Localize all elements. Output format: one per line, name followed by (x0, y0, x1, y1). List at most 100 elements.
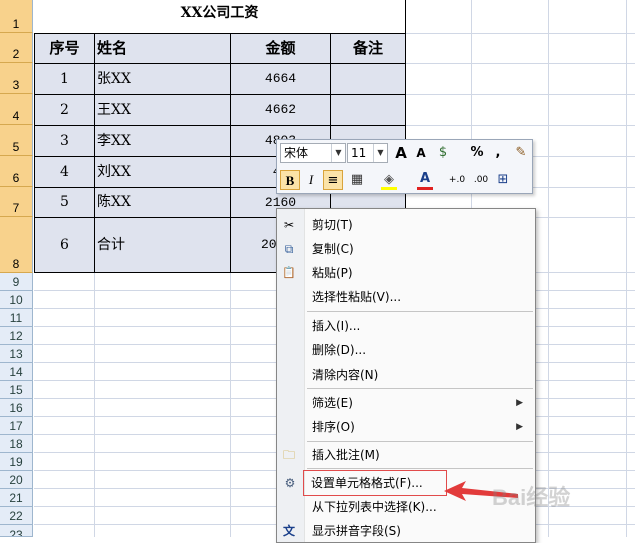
chevron-down-icon[interactable]: ▼ (331, 144, 345, 162)
row-header-20[interactable]: 20 (0, 471, 33, 489)
merge-center-icon[interactable]: ⊞ (493, 170, 513, 190)
grow-font-icon[interactable]: A (391, 143, 411, 163)
center-align-button[interactable]: ≡ (323, 170, 343, 190)
menu-item-delete[interactable]: 删除(D)... (305, 338, 531, 362)
menu-item-cut[interactable]: ✂ 剪切(T) (284, 213, 531, 237)
menu-gutter (277, 209, 305, 542)
row-header-6[interactable]: 6 (0, 156, 33, 187)
borders-icon[interactable]: ▦ (347, 170, 367, 190)
row-number: 8 (12, 257, 20, 271)
row-number: 10 (9, 293, 23, 307)
chevron-down-icon[interactable]: ▼ (373, 144, 387, 162)
row-number: 19 (9, 455, 23, 469)
percent-icon[interactable]: % (467, 143, 487, 163)
row-header-22[interactable]: 22 (0, 507, 33, 525)
cell-no[interactable]: 6 (34, 217, 95, 273)
copy-icon: ⧉ (284, 242, 294, 256)
row-number: 21 (9, 491, 23, 505)
cell-name[interactable]: 王XX (94, 94, 231, 126)
font-color-icon[interactable]: A (415, 169, 435, 189)
header-no[interactable]: 序号 (34, 33, 95, 64)
mini-toolbar: 宋体 ▼ 11 ▼ A A $ % , ✎ B I ≡ ▦ ◈ A +.0 .0… (276, 139, 533, 194)
menu-item-label: 显示拼音字段(S) (312, 524, 401, 538)
cell-no[interactable]: 5 (34, 187, 95, 218)
menu-item-filter[interactable]: 筛选(E) ▶ (305, 391, 531, 415)
cell-no[interactable]: 3 (34, 125, 95, 157)
font-name-box[interactable]: 宋体 ▼ (280, 143, 346, 163)
menu-item-paste-special[interactable]: 选择性粘贴(V)... (305, 285, 531, 309)
row-header-11[interactable]: 11 (0, 309, 33, 327)
menu-separator (307, 468, 533, 469)
cell-name[interactable]: 张XX (94, 63, 231, 95)
sheet-title-cell[interactable]: XX公司工资 (34, 0, 406, 33)
row-header-10[interactable]: 10 (0, 291, 33, 309)
cell-no[interactable]: 2 (34, 94, 95, 126)
currency-icon[interactable]: $ (433, 143, 453, 163)
paste-icon: 📋 (282, 266, 296, 279)
row-header-18[interactable]: 18 (0, 435, 33, 453)
menu-item-clear-contents[interactable]: 清除内容(N) (305, 363, 531, 387)
cell-no[interactable]: 4 (34, 156, 95, 188)
row-header-13[interactable]: 13 (0, 345, 33, 363)
italic-button[interactable]: I (301, 170, 321, 190)
font-name-value: 宋体 (284, 146, 309, 160)
row-header-2[interactable]: 2 (0, 33, 33, 63)
row-header-1[interactable]: 1 (0, 0, 33, 33)
format-painter-icon[interactable]: ✎ (511, 143, 531, 163)
row-number: 14 (9, 365, 23, 379)
row-header-12[interactable]: 12 (0, 327, 33, 345)
menu-item-show-phonetic[interactable]: 文 显示拼音字段(S) (283, 519, 531, 543)
bold-button[interactable]: B (280, 170, 300, 190)
row-number: 6 (12, 171, 20, 185)
cell-note[interactable] (330, 94, 406, 126)
comma-icon[interactable]: , (488, 143, 508, 163)
increase-decimal-icon[interactable]: +.0 (447, 170, 467, 190)
row-header-19[interactable]: 19 (0, 453, 33, 471)
cell-name[interactable]: 合计 (94, 217, 231, 273)
cell-name[interactable]: 陈XX (94, 187, 231, 218)
row-number: 9 (12, 275, 20, 289)
header-name[interactable]: 姓名 (94, 33, 231, 64)
submenu-arrow-icon: ▶ (516, 422, 523, 432)
cell-name[interactable]: 刘XX (94, 156, 231, 188)
menu-item-insert[interactable]: 插入(I)... (305, 314, 531, 338)
row-header-14[interactable]: 14 (0, 363, 33, 381)
row-header-16[interactable]: 16 (0, 399, 33, 417)
row-header-8[interactable]: 8 (0, 217, 33, 273)
header-note[interactable]: 备注 (330, 33, 406, 64)
menu-separator (307, 441, 533, 442)
row-number: 2 (12, 47, 20, 61)
row-number: 4 (12, 109, 20, 123)
cell-amount[interactable]: 4664 (230, 63, 331, 95)
menu-item-label: 选择性粘贴(V)... (312, 290, 402, 304)
row-header-5[interactable]: 5 (0, 125, 33, 156)
watermark: Bai经验 (492, 485, 571, 510)
row-header-4[interactable]: 4 (0, 94, 33, 125)
menu-item-format-cells[interactable]: ⚙ 设置单元格格式(F)... (285, 470, 447, 496)
row-header-17[interactable]: 17 (0, 417, 33, 435)
decrease-decimal-icon[interactable]: .00 (471, 170, 491, 190)
cell-amount[interactable]: 4662 (230, 94, 331, 126)
row-header-7[interactable]: 7 (0, 187, 33, 217)
row-number: 3 (12, 78, 20, 92)
row-header-15[interactable]: 15 (0, 381, 33, 399)
menu-item-paste[interactable]: 📋 粘贴(P) (282, 261, 531, 285)
row-number: 11 (9, 311, 23, 325)
font-size-value: 11 (351, 146, 367, 160)
cell-note[interactable] (330, 63, 406, 95)
menu-item-copy[interactable]: ⧉ 复制(C) (285, 237, 531, 261)
row-number: 5 (12, 140, 20, 154)
shrink-font-icon[interactable]: A (411, 143, 431, 163)
row-header-3[interactable]: 3 (0, 63, 33, 94)
menu-item-sort[interactable]: 排序(O) ▶ (305, 415, 531, 439)
row-header-23[interactable]: 23 (0, 525, 33, 537)
cell-no[interactable]: 1 (34, 63, 95, 95)
cell-name[interactable]: 李XX (94, 125, 231, 157)
header-amount[interactable]: 金额 (230, 33, 331, 64)
row-header-9[interactable]: 9 (0, 273, 33, 291)
font-size-box[interactable]: 11 ▼ (347, 143, 388, 163)
menu-item-label: 筛选(E) (312, 396, 353, 410)
menu-item-insert-comment[interactable]: 🗀 插入批注(M) (283, 443, 531, 467)
row-number: 17 (9, 419, 23, 433)
row-header-21[interactable]: 21 (0, 489, 33, 507)
